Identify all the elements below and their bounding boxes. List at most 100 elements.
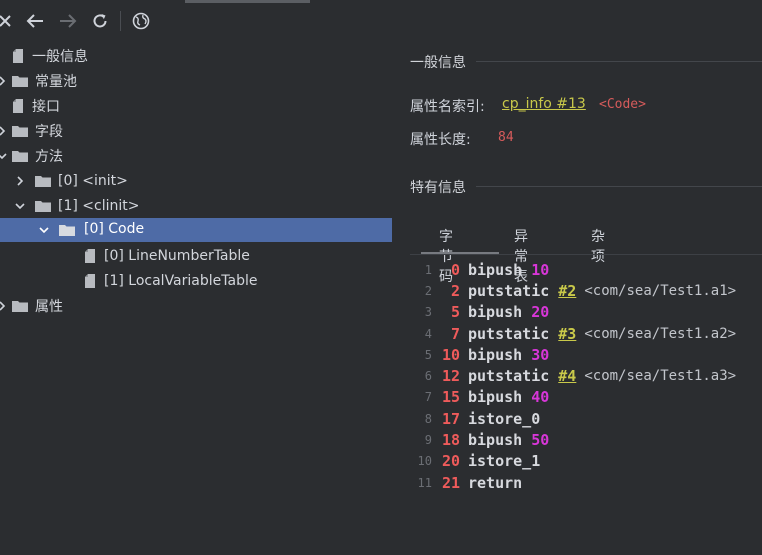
line-number: 5 xyxy=(424,347,432,362)
structure-tree: 一般信息 常量池 接口 字段 方法 [0] <init> [1] <clinit… xyxy=(0,40,392,555)
close-icon[interactable] xyxy=(0,10,16,32)
tree-item-general-info[interactable]: 一般信息 xyxy=(12,44,88,68)
chevron-down-icon[interactable] xyxy=(0,150,8,162)
bytecode-row: 10 20 istore_1 xyxy=(414,451,736,472)
tree-item-interfaces[interactable]: 接口 xyxy=(12,94,60,118)
tree-item-label: 方法 xyxy=(35,149,63,165)
bytecode-row: 8 17 istore_0 xyxy=(414,408,736,429)
line-number: 8 xyxy=(424,411,432,426)
chevron-down-icon[interactable] xyxy=(38,224,50,236)
line-number: 3 xyxy=(424,305,432,320)
tree-item-methods[interactable]: 方法 xyxy=(11,144,63,168)
bytecode-row: 1 0 bipush 10 xyxy=(414,259,736,280)
folder-icon xyxy=(12,76,28,87)
bytecode-opcode: istore_0 xyxy=(468,409,541,428)
chevron-right-icon[interactable] xyxy=(0,125,8,137)
bytecode-operand: 10 xyxy=(531,260,550,279)
tree-item-constant-pool[interactable]: 常量池 xyxy=(11,69,77,93)
toolbar-separator xyxy=(120,11,121,31)
bytecode-operand: 40 xyxy=(531,388,550,407)
tree-item-method-init[interactable]: [0] <init> xyxy=(34,169,128,193)
details-panel: 一般信息 属性名索引: cp_info #13 <Code> 属性长度: 8 4 … xyxy=(392,40,762,555)
forward-icon[interactable] xyxy=(57,10,79,32)
folder-icon xyxy=(59,225,75,236)
bytecode-offset: 18 xyxy=(441,431,460,450)
bytecode-opcode: bipush xyxy=(468,303,523,322)
bytecode-row: 4 7 putstatic #3 <com/sea/Test1.a2> xyxy=(414,323,736,344)
bytecode-opcode: return xyxy=(468,473,523,492)
bytecode-listing: 1 0 bipush 10 2 2 putstatic #2 <com/sea/Test1.a1… xyxy=(414,259,737,493)
file-icon xyxy=(85,249,95,263)
chevron-right-icon[interactable] xyxy=(0,75,8,87)
bytecode-row: 2 2 putstatic #2 <com/sea/Test1.a1> xyxy=(414,280,736,301)
folder-icon xyxy=(12,126,28,137)
bytecode-offset: 10 xyxy=(441,345,460,364)
bytecode-row: 6 12 putstatic #4 <com/sea/Test1.a3> xyxy=(414,365,736,386)
constant-pool-link[interactable]: #3 xyxy=(558,325,576,343)
bytecode-offset: 21 xyxy=(441,473,460,492)
toolbar xyxy=(0,0,762,40)
section-title-specific: 特有信息 xyxy=(410,180,466,196)
bytecode-offset: 2 xyxy=(450,281,460,300)
line-number: 9 xyxy=(424,433,432,448)
name-index-link[interactable]: cp_info #13 xyxy=(502,96,586,112)
divider xyxy=(476,186,762,187)
folder-icon xyxy=(12,151,28,162)
line-number: 1 xyxy=(424,262,432,277)
web-icon[interactable] xyxy=(130,10,152,32)
bytecode-offset: 7 xyxy=(450,324,460,343)
tree-item-label: [1] LocalVariableTable xyxy=(104,273,258,289)
bytecode-offset: 15 xyxy=(441,388,460,407)
divider xyxy=(476,61,762,62)
bytecode-operand: 20 xyxy=(531,303,550,322)
length-value: 84 xyxy=(498,130,514,145)
constant-pool-link[interactable]: #4 xyxy=(558,367,576,385)
bytecode-opcode: bipush xyxy=(468,431,523,450)
tree-item-label: 属性 xyxy=(35,299,63,315)
bytecode-offset: 0 xyxy=(450,260,460,279)
tree-item-label: 字段 xyxy=(35,124,63,140)
bytecode-offset: 20 xyxy=(441,452,460,471)
line-number: 11 xyxy=(417,475,432,490)
tree-item-fields[interactable]: 字段 xyxy=(11,119,63,143)
chevron-down-icon[interactable] xyxy=(14,200,26,212)
bytecode-comment: <com/sea/Test1.a2> xyxy=(584,325,737,342)
name-index-label: 属性名索引: xyxy=(410,99,485,115)
bytecode-row: 3 5 bipush 20 xyxy=(414,302,736,323)
tree-item-local-variable-table[interactable]: [1] LocalVariableTable xyxy=(84,269,257,293)
bytecode-opcode: putstatic xyxy=(468,324,550,343)
tree-item-label: [0] LineNumberTable xyxy=(104,248,250,264)
file-icon xyxy=(13,99,23,113)
bytecode-offset: 12 xyxy=(441,367,460,386)
bytecode-opcode: bipush xyxy=(468,388,523,407)
line-number: 7 xyxy=(424,390,432,405)
tree-item-line-number-table[interactable]: [0] LineNumberTable xyxy=(84,244,250,268)
bytecode-operand: 50 xyxy=(531,431,550,450)
line-number: 6 xyxy=(424,369,432,384)
chevron-right-icon[interactable] xyxy=(0,300,8,312)
tree-item-code[interactable]: [0] Code xyxy=(0,218,392,242)
tree-item-label: [1] <clinit> xyxy=(58,198,140,214)
bytecode-opcode: putstatic xyxy=(468,281,550,300)
chevron-right-icon[interactable] xyxy=(14,175,26,187)
folder-icon xyxy=(35,201,51,212)
bytecode-comment: <com/sea/Test1.a1> xyxy=(584,282,737,299)
folder-icon xyxy=(35,176,51,187)
tree-item-attributes[interactable]: 属性 xyxy=(11,294,63,318)
line-number: 4 xyxy=(424,326,432,341)
bytecode-offset: 17 xyxy=(441,409,460,428)
line-number: 10 xyxy=(417,454,432,469)
tree-item-label: [0] <init> xyxy=(58,173,128,189)
bytecode-operand: 30 xyxy=(531,345,550,364)
back-icon[interactable] xyxy=(24,10,46,32)
tree-item-method-clinit[interactable]: [1] <clinit> xyxy=(34,194,139,218)
bytecode-opcode: bipush xyxy=(468,345,523,364)
constant-pool-link[interactable]: #2 xyxy=(558,282,576,300)
tree-item-label: 常量池 xyxy=(35,74,77,90)
file-icon xyxy=(13,49,23,63)
tree-item-label: 接口 xyxy=(32,99,60,115)
name-index-ref: <Code> xyxy=(599,97,646,112)
bytecode-row: 7 15 bipush 40 xyxy=(414,387,736,408)
refresh-icon[interactable] xyxy=(89,10,111,32)
tree-item-label: [0] Code xyxy=(82,221,147,237)
